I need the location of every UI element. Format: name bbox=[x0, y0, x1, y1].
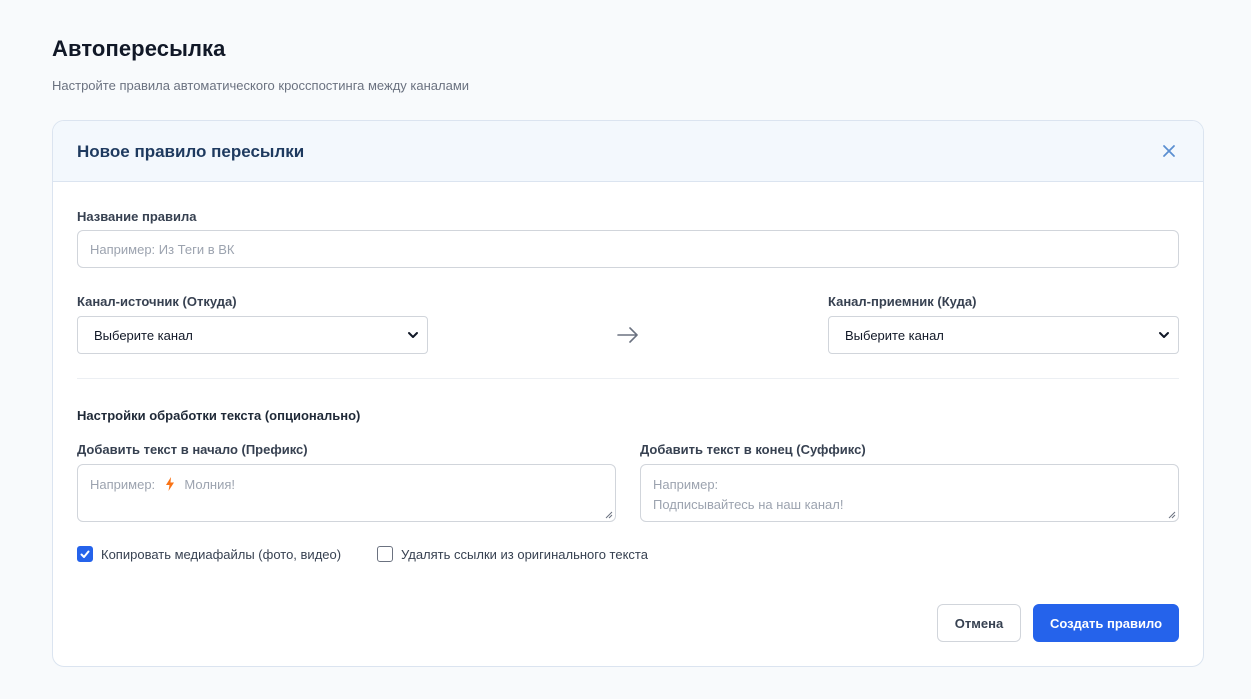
prefix-label: Добавить текст в начало (Префикс) bbox=[77, 442, 308, 457]
resize-grip-icon[interactable] bbox=[605, 511, 613, 519]
create-rule-button[interactable]: Создать правило bbox=[1033, 604, 1179, 642]
card-title: Новое правило пересылки bbox=[77, 142, 305, 161]
prefix-textarea[interactable]: Например: Молния! bbox=[77, 464, 616, 522]
section-divider bbox=[77, 378, 1179, 379]
prefix-placeholder-end: Молния! bbox=[184, 477, 236, 492]
close-icon bbox=[1163, 145, 1175, 157]
card-header: Новое правило пересылки bbox=[53, 121, 1203, 182]
resize-grip-icon[interactable] bbox=[1168, 511, 1176, 519]
checkmark-icon bbox=[80, 550, 90, 558]
source-channel-value: Выберите канал bbox=[94, 327, 193, 343]
rule-name-label: Название правила bbox=[77, 209, 197, 224]
source-channel-select[interactable]: Выберите канал bbox=[77, 316, 428, 354]
remove-links-label: Удалять ссылки из оригинального текста bbox=[401, 546, 648, 562]
remove-links-option[interactable]: Удалять ссылки из оригинального текста bbox=[377, 546, 648, 562]
page-header: Автопересылка Настройте правила автомати… bbox=[52, 36, 469, 93]
suffix-label: Добавить текст в конец (Суффикс) bbox=[640, 442, 866, 457]
page-title: Автопересылка bbox=[52, 36, 226, 61]
page-subtitle: Настройте правила автоматического кроссп… bbox=[52, 78, 470, 93]
copy-media-checkbox[interactable] bbox=[77, 546, 93, 562]
remove-links-checkbox[interactable] bbox=[377, 546, 393, 562]
target-channel-value: Выберите канал bbox=[845, 327, 944, 343]
text-settings-title: Настройки обработки текста (опционально) bbox=[77, 408, 361, 423]
chevron-down-icon bbox=[408, 332, 418, 338]
source-channel-label: Канал-источник (Откуда) bbox=[77, 294, 237, 309]
suffix-placeholder-line2: Подписывайтесь на наш канал! bbox=[653, 497, 844, 512]
target-channel-select[interactable]: Выберите канал bbox=[828, 316, 1179, 354]
new-rule-card: Новое правило пересылки Название правила… bbox=[52, 120, 1204, 667]
lightning-icon bbox=[165, 477, 174, 491]
suffix-textarea[interactable]: Например: Подписывайтесь на наш канал! bbox=[640, 464, 1179, 522]
copy-media-option[interactable]: Копировать медиафайлы (фото, видео) bbox=[77, 546, 341, 562]
close-button[interactable] bbox=[1159, 141, 1179, 161]
rule-name-input[interactable] bbox=[77, 230, 1179, 268]
target-channel-label: Канал-приемник (Куда) bbox=[828, 294, 977, 309]
chevron-down-icon bbox=[1159, 332, 1169, 338]
copy-media-label: Копировать медиафайлы (фото, видео) bbox=[101, 546, 342, 562]
arrow-right-icon bbox=[617, 327, 638, 343]
suffix-placeholder-line1: Например: bbox=[653, 477, 719, 492]
prefix-placeholder-start: Например: bbox=[90, 477, 156, 492]
cancel-button[interactable]: Отмена bbox=[937, 604, 1021, 642]
